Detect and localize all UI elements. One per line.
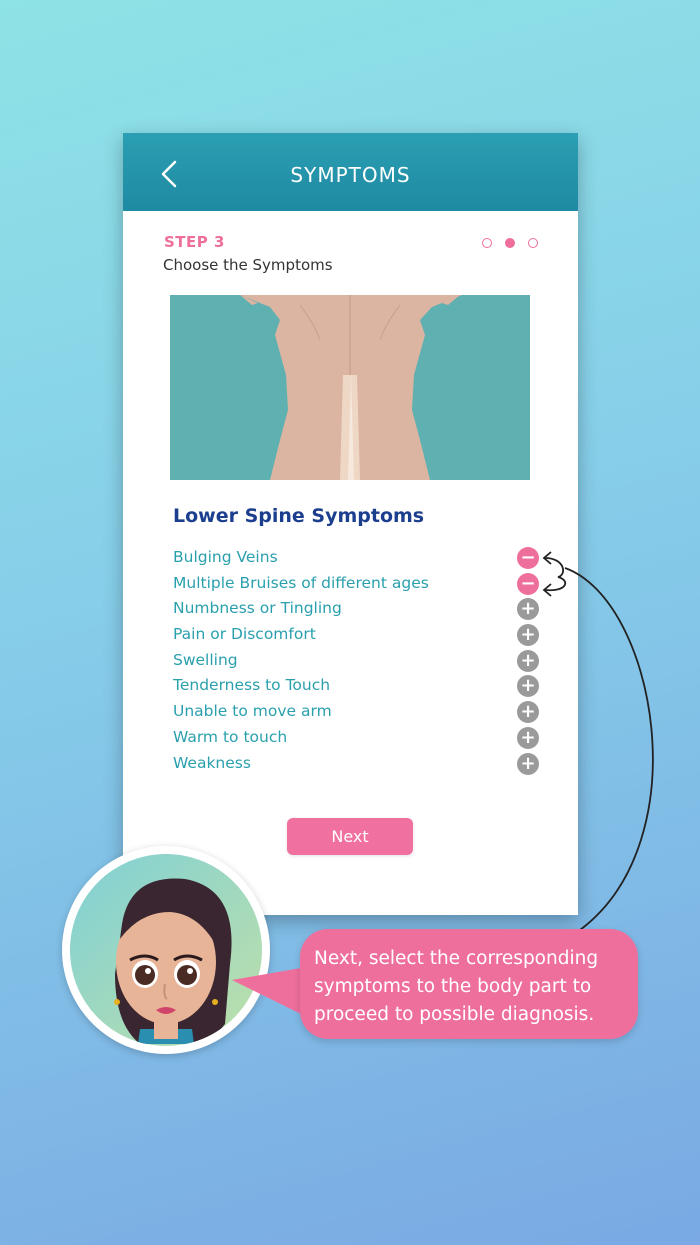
symptom-label: Pain or Discomfort: [173, 625, 316, 644]
symptom-row[interactable]: Multiple Bruises of different ages −: [173, 572, 543, 599]
symptom-row[interactable]: Unable to move arm +: [173, 701, 543, 727]
plus-circle-icon[interactable]: +: [517, 726, 539, 749]
symptom-row[interactable]: Swelling +: [173, 649, 543, 676]
page-title: SYMPTOMS: [290, 163, 411, 187]
symptom-row[interactable]: Numbness or Tingling +: [173, 598, 543, 624]
section-title: Lower Spine Symptoms: [173, 505, 425, 527]
symptom-label: Warm to touch: [173, 727, 288, 746]
step-dot-3: [528, 238, 538, 248]
plus-circle-icon[interactable]: +: [517, 649, 539, 672]
symptom-label: Weakness: [173, 753, 251, 772]
symptom-label: Multiple Bruises of different ages: [173, 573, 429, 592]
symptom-label: Tenderness to Touch: [173, 676, 331, 695]
body-image[interactable]: [170, 295, 530, 480]
minus-circle-icon[interactable]: −: [517, 547, 539, 569]
symptom-row[interactable]: Pain or Discomfort +: [173, 624, 543, 650]
symptom-row[interactable]: Bulging Veins −: [173, 547, 543, 573]
plus-circle-icon[interactable]: +: [517, 752, 539, 775]
symptom-list: Bulging Veins − Multiple Bruises of differ…: [173, 547, 543, 778]
minus-circle-icon[interactable]: −: [517, 572, 539, 595]
symptom-row[interactable]: Weakness +: [173, 752, 543, 779]
plus-circle-icon[interactable]: +: [517, 624, 539, 647]
step-dot-1: [482, 238, 492, 248]
assistant-avatar: [62, 846, 270, 1054]
app-screen: SYMPTOMS STEP 3 Choose the Symptoms Lowe…: [123, 133, 578, 915]
step-dot-2: [505, 238, 515, 248]
next-button[interactable]: Next: [287, 818, 413, 855]
header-bar: SYMPTOMS: [123, 133, 578, 211]
symptom-label: Swelling: [173, 650, 238, 669]
tooltip-text: Next, select the corresponding symptoms …: [314, 948, 599, 1025]
symptom-label: Unable to move arm: [173, 702, 332, 721]
symptom-row[interactable]: Tenderness to Touch +: [173, 675, 543, 701]
tooltip-bubble: Next, select the corresponding symptoms …: [300, 929, 638, 1039]
plus-circle-icon[interactable]: +: [517, 675, 539, 698]
step-label: STEP 3: [164, 233, 225, 251]
symptom-row[interactable]: Warm to touch +: [173, 726, 543, 753]
plus-circle-icon[interactable]: +: [517, 598, 539, 621]
symptom-label: Bulging Veins: [173, 548, 278, 566]
lower-back-illustration: [170, 295, 530, 480]
plus-circle-icon[interactable]: +: [517, 701, 539, 724]
step-indicator: [482, 238, 542, 252]
step-subtitle: Choose the Symptoms: [163, 256, 333, 274]
symptom-label: Numbness or Tingling: [173, 599, 342, 618]
